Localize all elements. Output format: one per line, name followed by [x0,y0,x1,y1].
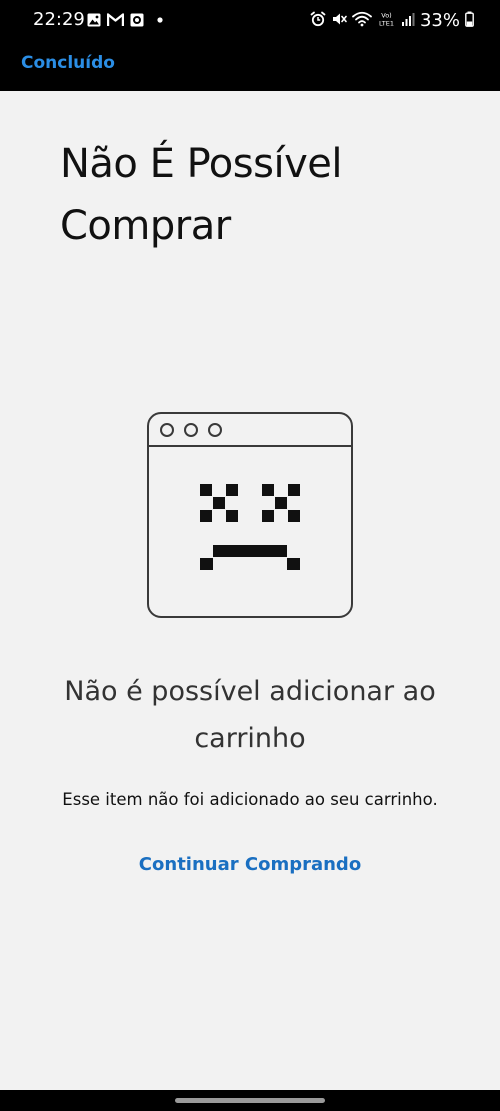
error-message: Esse item não foi adicionado ao seu carr… [62,790,438,809]
battery-level: 33% [419,10,460,31]
app-icon [130,12,144,31]
signal-icon [401,11,415,31]
status-right-icons: Vo) LTE1 33% [310,10,474,32]
sad-browser-window-icon [147,412,353,618]
dot-icon [150,12,166,31]
mute-icon [331,11,347,31]
status-left-icons [87,12,166,31]
gmail-icon [106,12,125,31]
continue-shopping-link[interactable]: Continuar Comprando [0,853,500,877]
home-indicator[interactable] [175,1098,325,1103]
page-title: Não É Possível Comprar [60,141,342,249]
volte-icon: Vo) LTE1 [377,11,396,31]
battery-icon [465,11,474,31]
alarm-icon [310,11,326,31]
status-bar: 22:29 Vo) LTE1 33% [0,0,500,40]
gesture-bar [0,1090,500,1111]
main-content: Não É Possível Comprar Não é possível ad… [0,91,500,1090]
error-heading: Não é possível adicionar ao carrinho [64,676,436,754]
image-icon [87,12,101,31]
top-nav-bar: Concluído [0,40,500,91]
wifi-icon [352,11,372,31]
done-button[interactable]: Concluído [21,52,115,74]
svg-text:LTE1: LTE1 [379,20,394,28]
status-time: 22:29 [33,9,85,30]
svg-text:Vo): Vo) [381,12,391,20]
